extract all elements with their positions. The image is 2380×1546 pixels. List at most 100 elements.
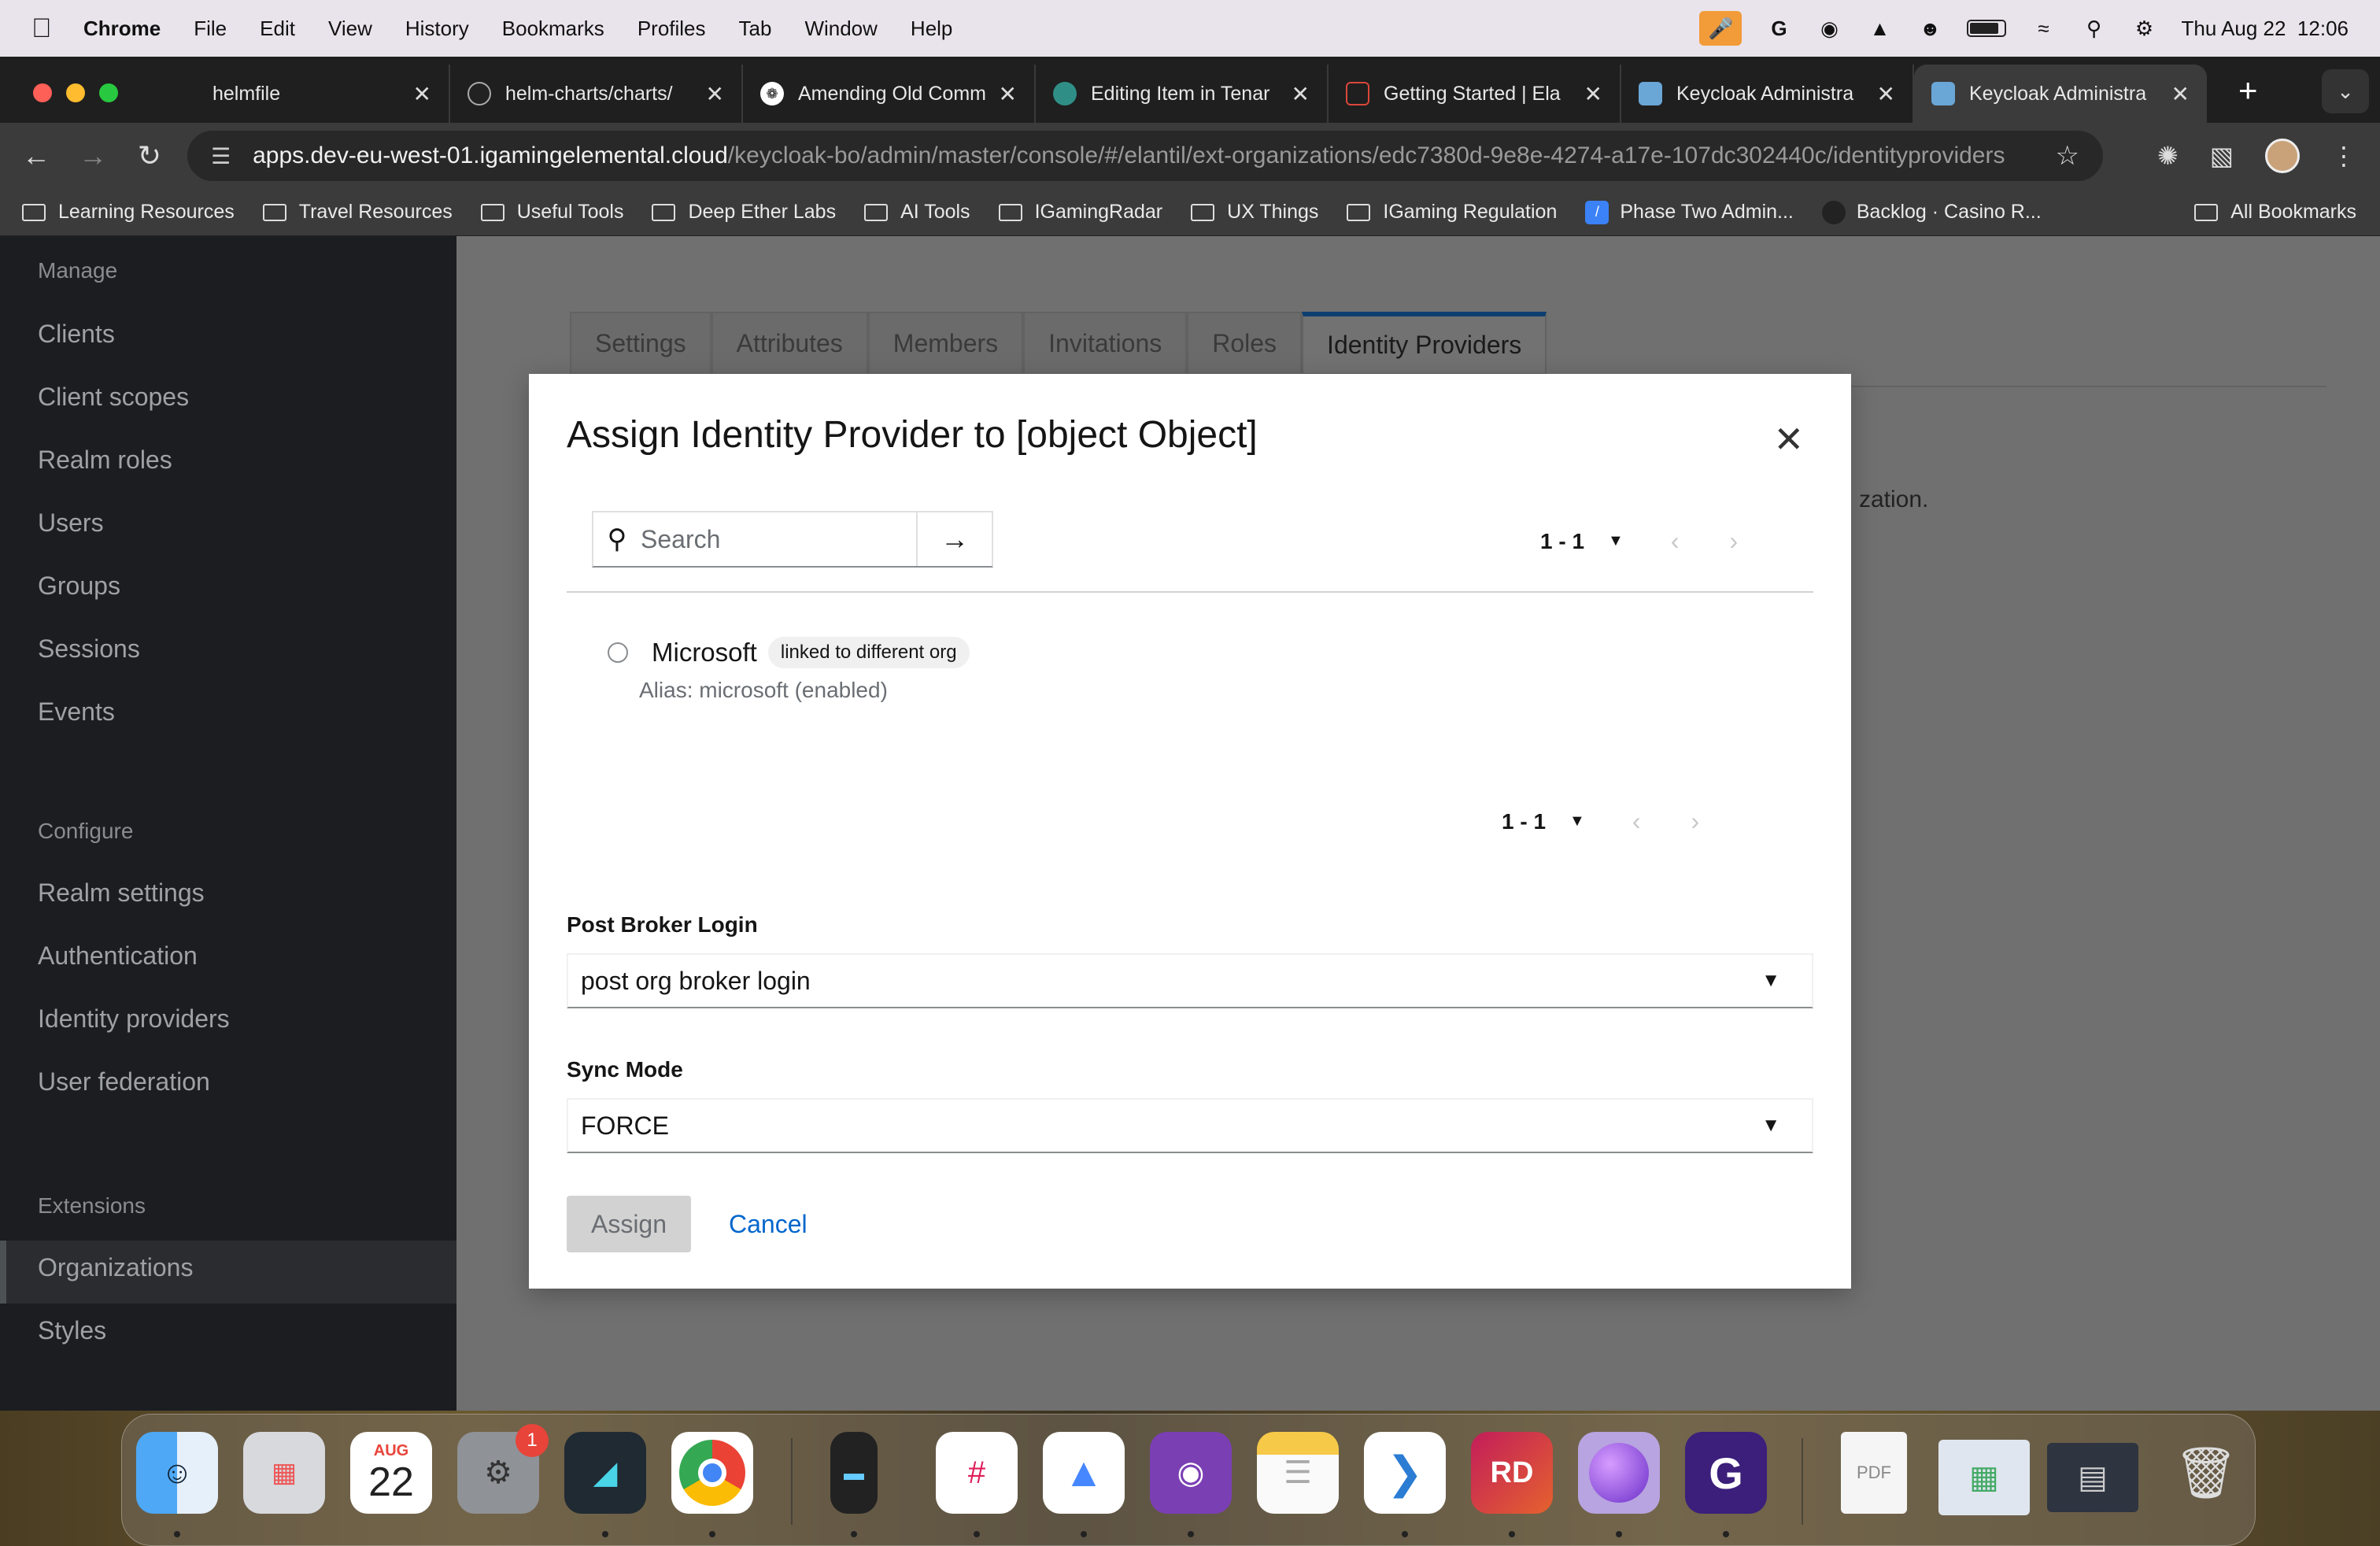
record-icon[interactable]: ◉ [1816,15,1842,42]
pagination-count[interactable]: 1 - 1 [1540,529,1584,554]
pdf-document-icon[interactable]: PDF [1841,1432,1907,1514]
sidebar-item-events[interactable]: Events [38,697,115,727]
notes-icon[interactable]: ☰ [1257,1432,1339,1514]
forward-icon[interactable]: → [65,139,121,172]
sidebar-item-client-scopes[interactable]: Client scopes [38,383,189,412]
clock[interactable]: Thu Aug 22 12:06 [2181,17,2349,41]
site-info-icon[interactable]: ☰ [211,143,231,169]
sidebar-item-users[interactable]: Users [38,509,104,538]
tab-identity-providers[interactable]: Identity Providers [1302,312,1547,375]
github-desktop-icon[interactable]: ◉ [1150,1432,1232,1514]
chrome-icon[interactable] [671,1432,753,1514]
search-icon[interactable]: ⚲ [2080,15,2107,42]
sidebar-item-identity-providers[interactable]: Identity providers [38,1004,230,1034]
window-screenshot-icon[interactable]: ▤ [2047,1443,2138,1512]
calendar-icon[interactable]: AUG 22 [350,1432,432,1514]
battery-icon[interactable] [1967,20,2007,37]
bookmark-folder[interactable]: IGamingRadar [998,201,1162,224]
cancel-button[interactable]: Cancel [729,1196,808,1252]
bookmark-folder[interactable]: UX Things [1191,201,1318,224]
list-item[interactable]: Microsoft linked to different org [608,637,970,668]
tab-roles[interactable]: Roles [1187,312,1303,375]
sidebar-item-groups[interactable]: Groups [38,571,120,601]
browser-tab[interactable]: Keycloak Administra ✕ [1621,65,1914,123]
sync-mode-select[interactable]: FORCE ▼ [567,1098,1813,1153]
back-icon[interactable]: ← [8,139,65,172]
sidebar-item-clients[interactable]: Clients [38,320,115,349]
launchpad-icon[interactable]: ▦ [243,1432,325,1514]
previous-page-icon[interactable]: ‹ [1671,527,1680,556]
bookmark-folder[interactable]: AI Tools [864,201,970,224]
sidebar-item-organizations[interactable]: Organizations [38,1253,193,1282]
sidebar-item-styles[interactable]: Styles [38,1316,106,1345]
post-broker-login-select[interactable]: post org broker login ▼ [567,953,1813,1008]
menu-tab[interactable]: Tab [739,17,772,41]
search-input[interactable] [641,516,916,563]
chevron-down-icon[interactable]: ▼ [1608,532,1624,550]
sidebar-item-realm-settings[interactable]: Realm settings [38,878,205,908]
bookmark-folder[interactable]: Travel Resources [262,201,453,224]
activity-monitor-icon[interactable]: ▬ [830,1432,878,1514]
all-bookmarks[interactable]: All Bookmarks [2194,201,2356,224]
reload-icon[interactable]: ↻ [121,139,178,172]
tab-settings[interactable]: Settings [570,312,711,375]
bookmark-link[interactable]: / Phase Two Admin... [1585,200,1794,224]
rider-icon[interactable]: RD [1471,1432,1553,1514]
browser-tab[interactable]: helm-charts/charts/ ✕ [450,65,743,123]
close-tab-icon[interactable]: ✕ [999,81,1017,107]
menu-help[interactable]: Help [911,17,952,41]
chevron-down-icon[interactable]: ▼ [1569,812,1585,830]
previous-page-icon[interactable]: ‹ [1632,807,1641,836]
sidebar-item-sessions[interactable]: Sessions [38,634,140,664]
assign-button[interactable]: Assign [567,1196,691,1252]
close-tab-icon[interactable]: ✕ [413,81,431,107]
browser-tab[interactable]: Editing Item in Tenar ✕ [1036,65,1329,123]
address-bar[interactable]: ☰ apps.dev-eu-west-01.igamingelemental.c… [187,131,2103,181]
sidebar-item-realm-roles[interactable]: Realm roles [38,446,172,475]
map-screenshot-icon[interactable]: ▦ [1938,1440,2030,1515]
menu-view[interactable]: View [328,17,372,41]
bookmark-folder[interactable]: Deep Ether Labs [652,201,836,224]
grammarly-icon[interactable]: G [1765,15,1792,42]
menu-history[interactable]: History [405,17,469,41]
extensions-puzzle-icon[interactable]: ▧ [2210,141,2234,171]
bookmark-star-icon[interactable]: ☆ [2056,140,2079,172]
close-tab-icon[interactable]: ✕ [1292,81,1310,107]
profile-avatar[interactable] [2265,139,2300,173]
close-tab-icon[interactable]: ✕ [2171,81,2190,107]
finder-icon[interactable]: ☺ [136,1432,218,1514]
close-tab-icon[interactable]: ✕ [1584,81,1602,107]
nordvpn-icon[interactable]: ▲ [1043,1432,1125,1514]
pagination-count[interactable]: 1 - 1 [1502,809,1546,834]
menu-profiles[interactable]: Profiles [638,17,706,41]
tab-invitations[interactable]: Invitations [1023,312,1188,375]
browser-tab[interactable]: Getting Started | Ela ✕ [1329,65,1621,123]
wifi-icon[interactable]: ≈ [2030,15,2057,42]
screen-sharing-icon[interactable]: ◢ [564,1432,646,1514]
bookmark-folder[interactable]: IGaming Regulation [1347,201,1557,224]
microphone-icon[interactable]: 🎤 [1699,11,1743,46]
nordvpn-icon[interactable]: ▲ [1866,15,1893,42]
extension-icon[interactable]: ✺ [2157,141,2179,171]
menu-edit[interactable]: Edit [260,17,295,41]
slack-icon[interactable]: # [936,1432,1018,1514]
grammarly-icon[interactable]: G [1685,1432,1767,1514]
control-center-icon[interactable]: ⚙ [2131,15,2157,42]
bookmark-folder[interactable]: Useful Tools [480,201,623,224]
minimize-window-button[interactable] [66,83,85,102]
zoom-window-button[interactable] [99,83,118,102]
user-icon[interactable]: ☻ [1916,15,1943,42]
tab-members[interactable]: Members [867,312,1024,375]
close-tab-icon[interactable]: ✕ [706,81,724,107]
bookmark-folder[interactable]: Learning Resources [22,201,235,224]
close-window-button[interactable] [33,83,52,102]
tab-attributes[interactable]: Attributes [711,312,868,375]
next-page-icon[interactable]: › [1729,527,1738,556]
browser-tab[interactable]: helmfile ✕ [157,65,450,123]
browser-tab[interactable]: ❁ Amending Old Comm ✕ [743,65,1036,123]
menu-app-name[interactable]: Chrome [83,17,161,41]
sidebar-item-authentication[interactable]: Authentication [38,941,198,971]
tab-search-icon[interactable]: ⌄ [2322,69,2369,113]
chrome-menu-icon[interactable]: ⋮ [2331,141,2356,171]
menu-window[interactable]: Window [804,17,877,41]
